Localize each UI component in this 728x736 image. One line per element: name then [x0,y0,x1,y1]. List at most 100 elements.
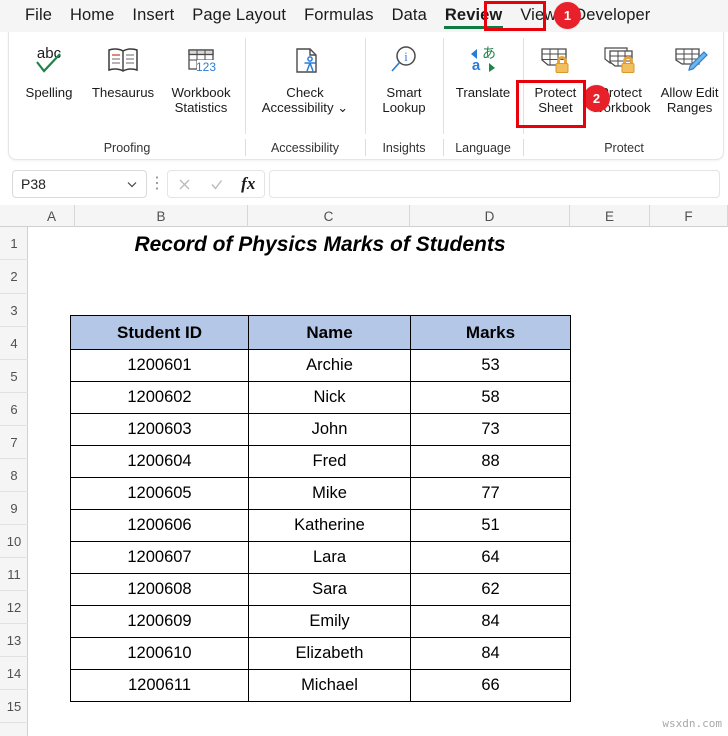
cell-student-id[interactable]: 1200610 [70,637,249,670]
cell-student-id[interactable]: 1200604 [70,445,249,478]
row-header-7[interactable]: 7 [0,426,28,459]
cell-student-id[interactable]: 1200601 [70,349,249,382]
cell-marks[interactable]: 64 [410,541,571,574]
check-accessibility-button[interactable]: Check Accessibility ⌄ [250,37,360,117]
cell-name[interactable]: Michael [248,669,411,702]
excel-window: File Home Insert Page Layout Formulas Data Rev… [0,0,728,736]
ribbon-tab-bar: File Home Insert Page Layout Formulas Data Rev… [0,0,728,32]
worksheet-grid: ABCDEF 1 2 3 4 5 6 7 8 9 10 11 12 13 14 15 Record of P… [0,205,728,736]
row-header-4[interactable]: 4 [0,327,28,360]
svg-text:123: 123 [196,60,216,74]
row-header-11[interactable]: 11 [0,558,28,591]
row-header-6[interactable]: 6 [0,393,28,426]
row-header-15[interactable]: 15 [0,690,28,723]
cell-student-id[interactable]: 1200602 [70,381,249,414]
table-row: 1200602 Nick 58 [70,381,571,414]
ribbon-tab-data[interactable]: Data [383,3,436,29]
tab-label: Developer [574,6,651,24]
smart-lookup-button[interactable]: i Smart Lookup [369,37,439,117]
cell-name[interactable]: Lara [248,541,411,574]
table-row: 1200604 Fred 88 [70,445,571,478]
row-header-9[interactable]: 9 [0,492,28,525]
cell-marks[interactable]: 84 [410,637,571,670]
ribbon-tab-page-layout[interactable]: Page Layout [183,3,295,29]
cell-student-id[interactable]: 1200606 [70,509,249,542]
ribbon-tab-file[interactable]: File [16,3,61,29]
tab-label: View [520,6,557,24]
cell-student-id[interactable]: 1200611 [70,669,249,702]
cell-student-id[interactable]: 1200603 [70,413,249,446]
cell-name[interactable]: Elizabeth [248,637,411,670]
formula-bar-options-icon[interactable]: ⋮ [147,176,167,192]
protect-sheet-button[interactable]: Protect Sheet [524,37,586,117]
spelling-button[interactable]: abc Spelling [13,37,85,102]
cell-name[interactable]: Sara [248,573,411,606]
column-header-D[interactable]: D [410,205,570,227]
table-row: 1200601 Archie 53 [70,349,571,382]
cell-marks[interactable]: 53 [410,349,571,382]
workbook-statistics-icon: 123 [181,39,221,83]
column-header-C[interactable]: C [248,205,410,227]
cell-marks[interactable]: 62 [410,573,571,606]
row-header-5[interactable]: 5 [0,360,28,393]
row-header-12[interactable]: 12 [0,591,28,624]
cell-name[interactable]: Mike [248,477,411,510]
ribbon-tab-insert[interactable]: Insert [123,3,183,29]
ribbon-group-protect: Protect Sheet Protect Workbook Allow Edi… [523,32,725,136]
thesaurus-book-icon [103,39,143,83]
row-header-3[interactable]: 3 [0,294,28,327]
row-header-10[interactable]: 10 [0,525,28,558]
cell-marks[interactable]: 77 [410,477,571,510]
cell-student-id[interactable]: 1200608 [70,573,249,606]
spelling-abc-check-icon: abc [29,39,69,83]
column-header-F[interactable]: F [650,205,728,227]
row-header-14[interactable]: 14 [0,657,28,690]
row-header-2[interactable]: 2 [0,260,28,294]
table-row: 1200606 Katherine 51 [70,509,571,542]
cell-name[interactable]: Archie [248,349,411,382]
cell-marks[interactable]: 58 [410,381,571,414]
column-header-student-id: Student ID [70,315,249,350]
cell-marks[interactable]: 73 [410,413,571,446]
enter-check-icon[interactable] [209,177,224,192]
cell-marks[interactable]: 51 [410,509,571,542]
smart-lookup-magnifier-icon: i [384,39,424,83]
allow-edit-ranges-button[interactable]: Allow Edit Ranges [656,37,724,117]
row-header-8[interactable]: 8 [0,459,28,492]
thesaurus-button[interactable]: Thesaurus [85,37,161,102]
workbook-statistics-button[interactable]: 123 Workbook Statistics [161,37,241,117]
cell-name[interactable]: Emily [248,605,411,638]
cell-name[interactable]: Nick [248,381,411,414]
cell-student-id[interactable]: 1200609 [70,605,249,638]
ribbon-groups: abc Spelling Thesaurus 123 Workbook Stat… [9,32,725,136]
column-header-A[interactable]: A [29,205,75,227]
cell-student-id[interactable]: 1200605 [70,477,249,510]
row-header-13[interactable]: 13 [0,624,28,657]
translate-button[interactable]: a あ Translate [447,37,519,102]
column-header-B[interactable]: B [75,205,248,227]
group-label-proofing: Proofing [103,140,151,155]
formula-input[interactable] [269,170,720,198]
cell-marks[interactable]: 84 [410,605,571,638]
cell-marks[interactable]: 88 [410,445,571,478]
column-header-E[interactable]: E [570,205,650,227]
ribbon-tab-review[interactable]: Review [436,3,511,29]
cancel-x-icon[interactable] [177,177,192,192]
cell-name[interactable]: Fred [248,445,411,478]
svg-text:i: i [404,50,408,64]
ribbon-tab-formulas[interactable]: Formulas [295,3,383,29]
group-label-insights: Insights [365,138,443,156]
ribbon-tab-home[interactable]: Home [61,3,123,29]
cell-student-id[interactable]: 1200607 [70,541,249,574]
row-header-1[interactable]: 1 [0,227,28,260]
chevron-down-icon[interactable] [126,178,138,190]
name-box[interactable]: P38 [12,170,147,198]
translate-icon: a あ [463,39,503,83]
cell-name[interactable]: Katherine [248,509,411,542]
ribbon-group-language: a あ Translate [443,32,523,136]
table-row: 1200607 Lara 64 [70,541,571,574]
insert-function-icon[interactable]: fx [241,174,255,194]
group-label-protect: Protect [523,138,725,156]
cell-marks[interactable]: 66 [410,669,571,702]
cell-name[interactable]: John [248,413,411,446]
